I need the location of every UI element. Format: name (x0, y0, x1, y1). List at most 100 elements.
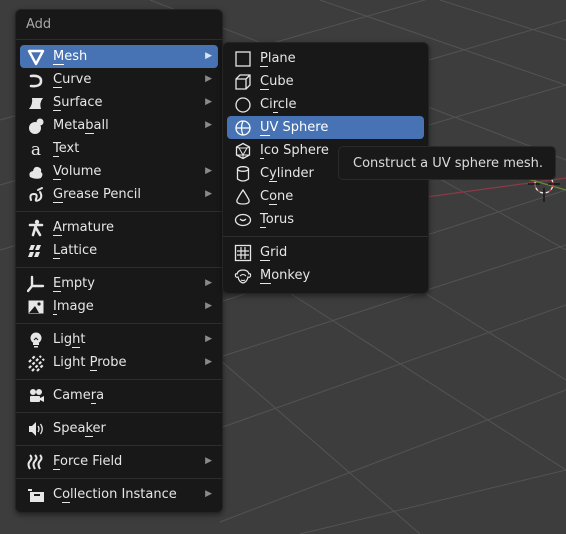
add-menu: Add Mesh ▶ Curve ▶ Surface ▶ Metaball ▶ a Text Vol… (15, 9, 223, 513)
add-menu-item-force-field[interactable]: Force Field ▶ (20, 450, 218, 473)
menu-item-label: Empty (53, 276, 95, 292)
menu-separator (223, 236, 428, 237)
add-menu-item-surface[interactable]: Surface ▶ (20, 91, 218, 114)
menu-item-label: Plane (260, 51, 296, 67)
plane-icon (234, 50, 252, 68)
add-menu-item-text[interactable]: a Text (20, 137, 218, 160)
surface-icon (27, 94, 45, 112)
menu-title: Add (16, 10, 222, 40)
menu-item-label: Image (53, 299, 94, 315)
add-menu-item-light-probe[interactable]: Light Probe ▶ (20, 351, 218, 374)
submenu-arrow-icon: ▶ (205, 74, 212, 84)
mesh-submenu-item-cone[interactable]: Cone (227, 185, 424, 208)
menu-separator (16, 323, 222, 324)
menu-separator (16, 267, 222, 268)
submenu-arrow-icon: ▶ (205, 97, 212, 107)
menu-item-label: Cube (260, 74, 294, 90)
add-menu-item-image[interactable]: Image ▶ (20, 295, 218, 318)
circle-icon (234, 96, 252, 114)
force-field-icon (27, 453, 45, 471)
collection-instance-icon (27, 486, 45, 504)
add-menu-item-light[interactable]: Light ▶ (20, 328, 218, 351)
menu-item-label: Force Field (53, 454, 123, 470)
menu-item-label: Armature (53, 220, 115, 236)
mesh-icon (27, 48, 45, 66)
submenu-arrow-icon: ▶ (205, 166, 212, 176)
tooltip-text: Construct a UV sphere mesh. (353, 156, 543, 171)
submenu-arrow-icon: ▶ (205, 334, 212, 344)
tooltip: Construct a UV sphere mesh. (338, 146, 556, 180)
menu-item-label: Lattice (53, 243, 98, 259)
cube-icon (234, 73, 252, 91)
menu-item-label: Volume (53, 164, 102, 180)
cylinder-icon (234, 165, 252, 183)
add-menu-item-grease-pencil[interactable]: Grease Pencil ▶ (20, 183, 218, 206)
add-menu-item-armature[interactable]: Armature (20, 216, 218, 239)
cone-icon (234, 188, 252, 206)
add-menu-item-volume[interactable]: Volume ▶ (20, 160, 218, 183)
mesh-submenu-item-uv-sphere[interactable]: UV Sphere (227, 116, 424, 139)
menu-item-label: Text (53, 141, 80, 157)
add-menu-item-metaball[interactable]: Metaball ▶ (20, 114, 218, 137)
menu-item-label: Monkey (260, 268, 311, 284)
mesh-submenu-item-plane[interactable]: Plane (227, 47, 424, 70)
light-icon (27, 331, 45, 349)
add-menu-item-camera[interactable]: Camera (20, 384, 218, 407)
svg-text:a: a (31, 140, 41, 158)
add-menu-item-speaker[interactable]: Speaker (20, 417, 218, 440)
volume-icon (27, 163, 45, 181)
submenu-arrow-icon: ▶ (205, 278, 212, 288)
menu-item-label: Speaker (53, 421, 106, 437)
add-menu-item-empty[interactable]: Empty ▶ (20, 272, 218, 295)
submenu-arrow-icon: ▶ (205, 357, 212, 367)
mesh-submenu-item-circle[interactable]: Circle (227, 93, 424, 116)
curve-icon (27, 71, 45, 89)
submenu-arrow-icon: ▶ (205, 489, 212, 499)
mesh-submenu-item-cube[interactable]: Cube (227, 70, 424, 93)
submenu-arrow-icon: ▶ (205, 120, 212, 130)
menu-item-label: Camera (53, 388, 105, 404)
submenu-arrow-icon: ▶ (205, 51, 212, 61)
armature-icon (27, 219, 45, 237)
text-icon: a (27, 140, 45, 158)
add-menu-item-lattice[interactable]: Lattice (20, 239, 218, 262)
menu-separator (16, 412, 222, 413)
add-menu-item-mesh[interactable]: Mesh ▶ (20, 45, 218, 68)
lattice-icon (27, 242, 45, 260)
mesh-submenu-item-torus[interactable]: Torus (227, 208, 424, 231)
ico-sphere-icon (234, 142, 252, 160)
menu-item-label: Mesh (53, 49, 88, 65)
grease-pencil-icon (27, 186, 45, 204)
menu-separator (16, 379, 222, 380)
metaball-icon (27, 117, 45, 135)
empty-icon (27, 275, 45, 293)
speaker-icon (27, 420, 45, 438)
add-menu-item-curve[interactable]: Curve ▶ (20, 68, 218, 91)
menu-item-label: Grid (260, 245, 288, 261)
menu-item-label: Torus (260, 212, 295, 228)
menu-item-label: Surface (53, 95, 103, 111)
menu-item-label: Circle (260, 97, 297, 113)
menu-item-label: Ico Sphere (260, 143, 329, 159)
menu-item-label: Grease Pencil (53, 187, 141, 203)
menu-item-label: Curve (53, 72, 92, 88)
menu-item-label: Light Probe (53, 355, 127, 371)
menu-separator (16, 478, 222, 479)
menu-item-label: UV Sphere (260, 120, 329, 136)
grid-icon (234, 244, 252, 262)
add-menu-item-collection-instance[interactable]: Collection Instance ▶ (20, 483, 218, 506)
menu-item-label: Collection Instance (53, 487, 177, 503)
menu-item-label: Metaball (53, 118, 109, 134)
menu-item-label: Light (53, 332, 86, 348)
light-probe-icon (27, 354, 45, 372)
camera-icon (27, 387, 45, 405)
monkey-icon (234, 267, 252, 285)
mesh-submenu-item-grid[interactable]: Grid (227, 241, 424, 264)
mesh-submenu-item-monkey[interactable]: Monkey (227, 264, 424, 287)
menu-item-label: Cone (260, 189, 294, 205)
menu-item-label: Cylinder (260, 166, 314, 182)
submenu-arrow-icon: ▶ (205, 189, 212, 199)
add-menu-items: Mesh ▶ Curve ▶ Surface ▶ Metaball ▶ a Text Volume ▶… (16, 45, 222, 506)
menu-separator (16, 445, 222, 446)
image-icon (27, 298, 45, 316)
